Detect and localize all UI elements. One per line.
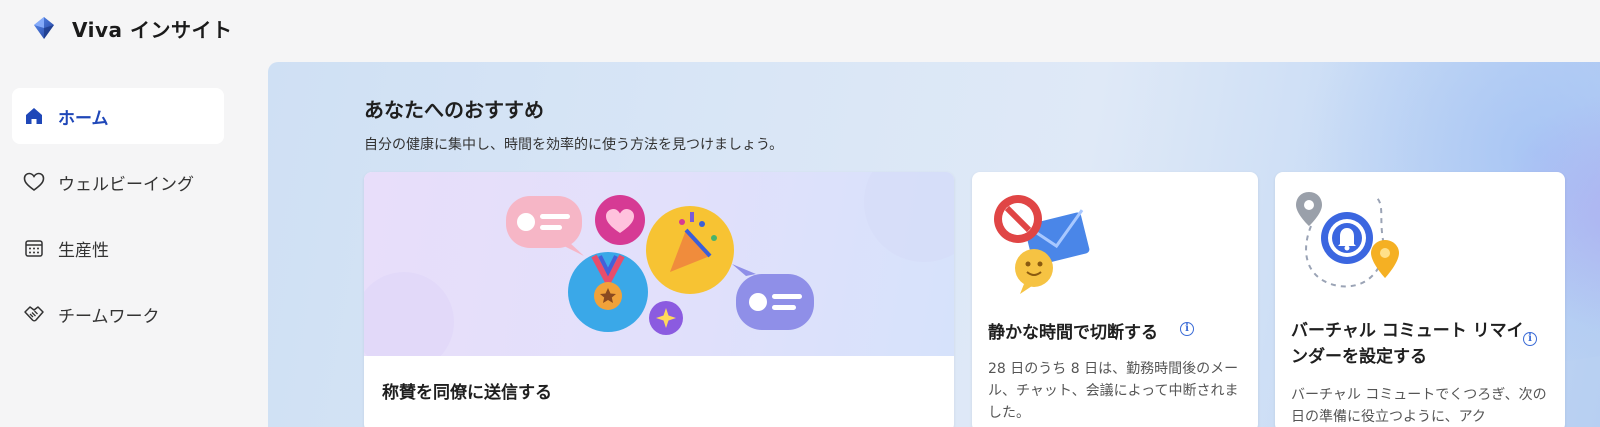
card-description: バーチャル コミュートでくつろぎ、次の日の準備に役立つように、アク — [1291, 387, 1547, 425]
section-title: あなたへのおすすめ — [364, 98, 544, 122]
sidebar: ホーム ウェルビーイング 生産性 チームワーク — [12, 88, 224, 352]
card-description: 28 日のうち 8 日は、勤務時間後のメール、チャット、会議によって中断されまし… — [988, 361, 1239, 421]
home-icon — [22, 104, 46, 128]
info-icon[interactable]: i — [1523, 332, 1537, 346]
sidebar-item-label: ホーム — [58, 108, 109, 129]
main-content: あなたへのおすすめ 自分の健康に集中し、時間を効率的に使う方法を見つけましょう。 — [268, 62, 1600, 427]
commute-illustration-icon — [1296, 192, 1399, 288]
app-title: Viva インサイト — [72, 17, 233, 42]
recommendation-card-praise[interactable]: 称賛を同僚に送信する — [364, 172, 954, 427]
info-icon[interactable]: i — [1180, 322, 1194, 336]
sidebar-item-label: ウェルビーイング — [58, 174, 194, 195]
calendar-grid-icon — [22, 236, 46, 260]
card-title: 称賛を同僚に送信する — [382, 383, 552, 403]
card-banner — [364, 172, 954, 356]
sidebar-item-home[interactable]: ホーム — [12, 88, 224, 144]
section-subtitle: 自分の健康に集中し、時間を効率的に使う方法を見つけましょう。 — [364, 137, 784, 153]
sidebar-item-label: 生産性 — [58, 240, 109, 261]
handshake-icon — [22, 302, 46, 326]
app-header: Viva インサイト — [0, 0, 1600, 56]
praise-illustration-icon — [364, 172, 954, 356]
quiet-time-illustration-icon — [994, 195, 1090, 294]
sidebar-item-wellbeing[interactable]: ウェルビーイング — [12, 154, 224, 210]
sidebar-item-productivity[interactable]: 生産性 — [12, 220, 224, 276]
card-title: 静かな時間で切断する — [988, 323, 1158, 343]
recommendation-card-quiet-time[interactable]: 静かな時間で切断する i 28 日のうち 8 日は、勤務時間後のメール、チャット… — [972, 172, 1258, 427]
heart-icon — [22, 170, 46, 194]
sidebar-item-label: チームワーク — [58, 306, 160, 327]
card-title: バーチャル コミュート リマインダーを設定する — [1291, 321, 1524, 367]
viva-logo-icon — [34, 17, 54, 39]
recommendation-card-virtual-commute[interactable]: バーチャル コミュート リマインダーを設定する i バーチャル コミュートでくつ… — [1275, 172, 1565, 427]
sidebar-item-teamwork[interactable]: チームワーク — [12, 286, 224, 342]
